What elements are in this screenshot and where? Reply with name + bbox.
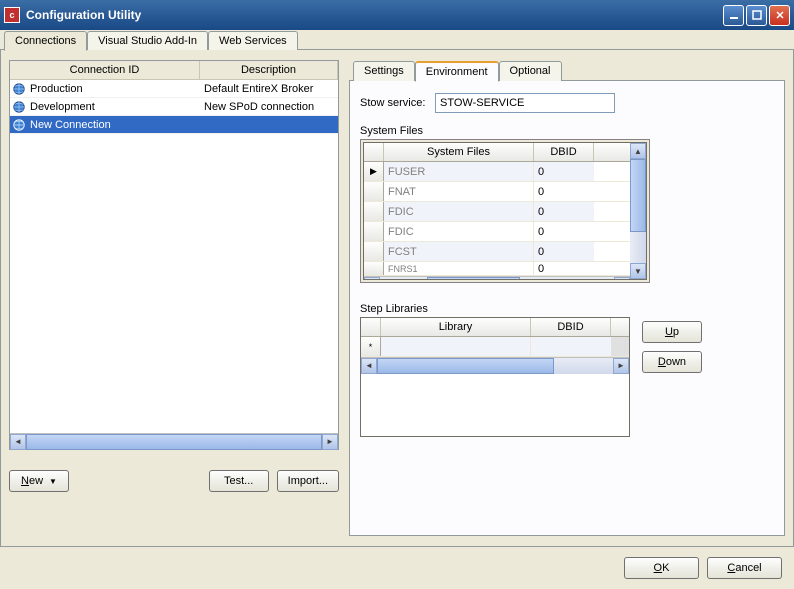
stow-service-input[interactable] xyxy=(435,93,615,113)
steplib-hscroll[interactable]: ◄ ► xyxy=(361,357,629,373)
row-indicator-icon: ▶ xyxy=(364,162,384,181)
chevron-down-icon: ▼ xyxy=(49,477,57,486)
stow-service-label: Stow service: xyxy=(360,97,435,109)
close-icon xyxy=(775,10,785,20)
globe-icon xyxy=(12,82,26,96)
connection-name: Development xyxy=(30,101,95,113)
connection-desc: New SPoD connection xyxy=(200,101,338,113)
window-title: Configuration Utility xyxy=(26,8,723,22)
tab-web-services[interactable]: Web Services xyxy=(208,31,298,50)
table-row[interactable]: FCST0 xyxy=(364,242,630,262)
scroll-left-icon[interactable]: ◄ xyxy=(361,358,377,374)
sysfiles-vscroll[interactable]: ▲ ▼ xyxy=(630,143,646,279)
new-button[interactable]: New▼ xyxy=(9,470,69,492)
minimize-icon xyxy=(729,10,739,20)
connection-desc: Default EntireX Broker xyxy=(200,83,338,95)
table-row[interactable]: ▶FUSER0 xyxy=(364,162,630,182)
main-tabstrip: Connections Visual Studio Add-In Web Ser… xyxy=(0,31,794,50)
tab-settings[interactable]: Settings xyxy=(353,61,415,81)
close-button[interactable] xyxy=(769,5,790,26)
title-bar: c Configuration Utility xyxy=(0,0,794,30)
scroll-left-icon[interactable]: ◄ xyxy=(10,434,26,450)
globe-icon xyxy=(12,118,26,132)
system-files-label: System Files xyxy=(360,125,774,137)
col-dbid[interactable]: DBID xyxy=(534,143,594,161)
cancel-button[interactable]: Cancel xyxy=(707,557,782,579)
step-libraries-label: Step Libraries xyxy=(360,303,630,315)
ok-button[interactable]: OK xyxy=(624,557,699,579)
tab-connections[interactable]: Connections xyxy=(4,31,87,51)
table-row[interactable]: Production Default EntireX Broker xyxy=(10,80,338,98)
connections-table: Connection ID Description Production Def… xyxy=(9,60,339,450)
table-row[interactable]: Development New SPoD connection xyxy=(10,98,338,116)
scroll-up-icon[interactable]: ▲ xyxy=(630,143,646,159)
globe-icon xyxy=(12,100,26,114)
app-icon: c xyxy=(4,7,20,23)
col-dbid[interactable]: DBID xyxy=(531,318,611,336)
table-row[interactable]: FNAT0 xyxy=(364,182,630,202)
scroll-down-icon[interactable]: ▼ xyxy=(630,263,646,279)
scroll-left-icon[interactable]: ◄ xyxy=(364,277,380,280)
down-button[interactable]: Down xyxy=(642,351,702,373)
tab-optional[interactable]: Optional xyxy=(499,61,562,81)
import-button[interactable]: Import... xyxy=(277,470,339,492)
table-row[interactable]: FNRS10 xyxy=(364,262,630,276)
sub-tabstrip: Settings Environment Optional xyxy=(349,61,785,81)
new-row-icon: * xyxy=(361,337,381,356)
maximize-icon xyxy=(752,10,762,20)
table-row[interactable]: New Connection xyxy=(10,116,338,134)
scroll-right-icon[interactable]: ► xyxy=(613,358,629,374)
up-button[interactable]: Up xyxy=(642,321,702,343)
table-row[interactable]: FDIC0 xyxy=(364,222,630,242)
test-button[interactable]: Test... xyxy=(209,470,269,492)
maximize-button[interactable] xyxy=(746,5,767,26)
minimize-button[interactable] xyxy=(723,5,744,26)
scroll-right-icon[interactable]: ► xyxy=(614,277,630,280)
down-label: D xyxy=(658,356,666,368)
connection-name: Production xyxy=(30,83,83,95)
sysfiles-hscroll[interactable]: ◄ ► xyxy=(364,276,630,279)
col-library[interactable]: Library xyxy=(381,318,531,336)
up-label: U xyxy=(665,326,673,338)
scroll-right-icon[interactable]: ► xyxy=(322,434,338,450)
col-description[interactable]: Description xyxy=(200,61,338,79)
tab-environment[interactable]: Environment xyxy=(415,61,499,82)
table-row[interactable]: * xyxy=(361,337,629,357)
col-connection-id[interactable]: Connection ID xyxy=(10,61,200,79)
tab-vs-addin[interactable]: Visual Studio Add-In xyxy=(87,31,208,50)
table-row[interactable]: FDIC0 xyxy=(364,202,630,222)
col-system-files[interactable]: System Files xyxy=(384,143,534,161)
connection-name: New Connection xyxy=(30,119,111,131)
connections-hscroll[interactable]: ◄ ► xyxy=(10,433,338,449)
